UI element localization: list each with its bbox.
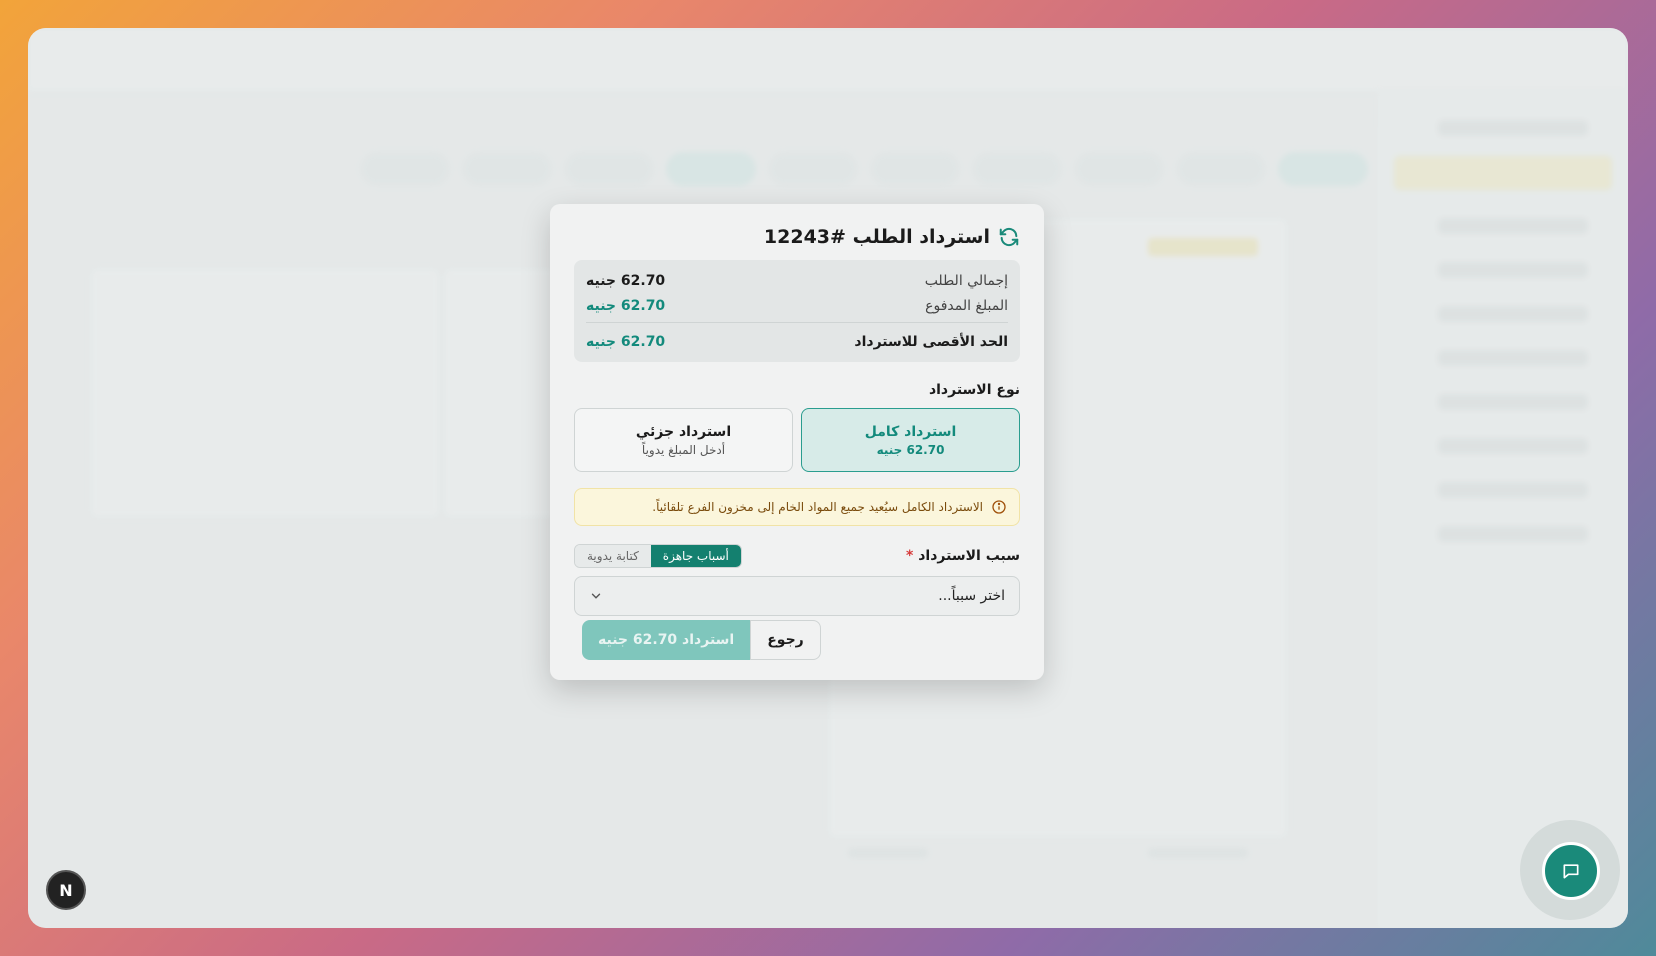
max-refund-label: الحد الأقصى للاسترداد <box>854 333 1008 350</box>
refund-dialog: استرداد الطلب #12243 إجمالي الطلب 62.70 … <box>550 204 1044 680</box>
reason-header: سبب الاسترداد * أسباب جاهزة كتابة يدوية <box>574 544 1020 568</box>
required-mark: * <box>906 548 914 564</box>
max-refund-value: 62.70 جنيه <box>586 333 666 350</box>
order-total-label: إجمالي الطلب <box>924 272 1008 289</box>
reason-label: سبب الاسترداد * <box>906 548 1020 564</box>
partial-refund-title: استرداد جزئي <box>635 423 732 440</box>
summary-row-paid: المبلغ المدفوع 62.70 جنيه <box>586 293 1008 318</box>
manual-reason-tab[interactable]: كتابة يدوية <box>575 545 651 567</box>
paid-amount-label: المبلغ المدفوع <box>925 297 1008 314</box>
refund-type-label: نوع الاسترداد <box>928 382 1020 398</box>
order-summary: إجمالي الطلب 62.70 جنيه المبلغ المدفوع 6… <box>574 260 1020 362</box>
dialog-title: استرداد الطلب #12243 <box>763 226 990 248</box>
chevron-down-icon <box>591 593 601 599</box>
paid-amount-value: 62.70 جنيه <box>586 297 666 314</box>
partial-refund-hint: أدخل المبلغ يدوياً <box>641 442 726 457</box>
summary-row-max: الحد الأقصى للاسترداد 62.70 جنيه <box>586 322 1008 354</box>
reason-label-text: سبب الاسترداد <box>918 548 1020 564</box>
refund-type-options: استرداد كامل 62.70 جنيه استرداد جزئي أدخ… <box>574 408 1020 472</box>
reason-mode-toggle: أسباب جاهزة كتابة يدوية <box>574 544 742 568</box>
back-button[interactable]: رجوع <box>750 620 821 660</box>
full-refund-amount: 62.70 جنيه <box>876 442 945 457</box>
info-icon <box>992 500 1006 514</box>
summary-row-total: إجمالي الطلب 62.70 جنيه <box>586 268 1008 293</box>
order-total-value: 62.70 جنيه <box>586 272 666 289</box>
nextjs-dev-badge[interactable]: N <box>46 870 86 910</box>
full-refund-title: استرداد كامل <box>864 423 957 440</box>
full-refund-option[interactable]: استرداد كامل 62.70 جنيه <box>801 408 1020 472</box>
confirm-refund-button[interactable]: استرداد 62.70 جنيه <box>582 620 751 660</box>
partial-refund-option[interactable]: استرداد جزئي أدخل المبلغ يدوياً <box>574 408 793 472</box>
chat-button[interactable] <box>1542 842 1600 900</box>
preset-reasons-tab[interactable]: أسباب جاهزة <box>650 545 741 567</box>
refresh-icon <box>999 227 1019 247</box>
notice-text: الاسترداد الكامل سيُعيد جميع المواد الخا… <box>652 500 983 514</box>
chat-icon <box>1563 864 1579 879</box>
dialog-header: استرداد الطلب #12243 <box>574 224 1020 250</box>
reason-select[interactable]: اختر سبباً... <box>574 576 1020 616</box>
inventory-notice: الاسترداد الكامل سيُعيد جميع المواد الخا… <box>574 488 1020 526</box>
reason-select-placeholder: اختر سبباً... <box>938 588 1005 604</box>
dialog-actions: استرداد 62.70 جنيه رجوع <box>574 620 1020 660</box>
